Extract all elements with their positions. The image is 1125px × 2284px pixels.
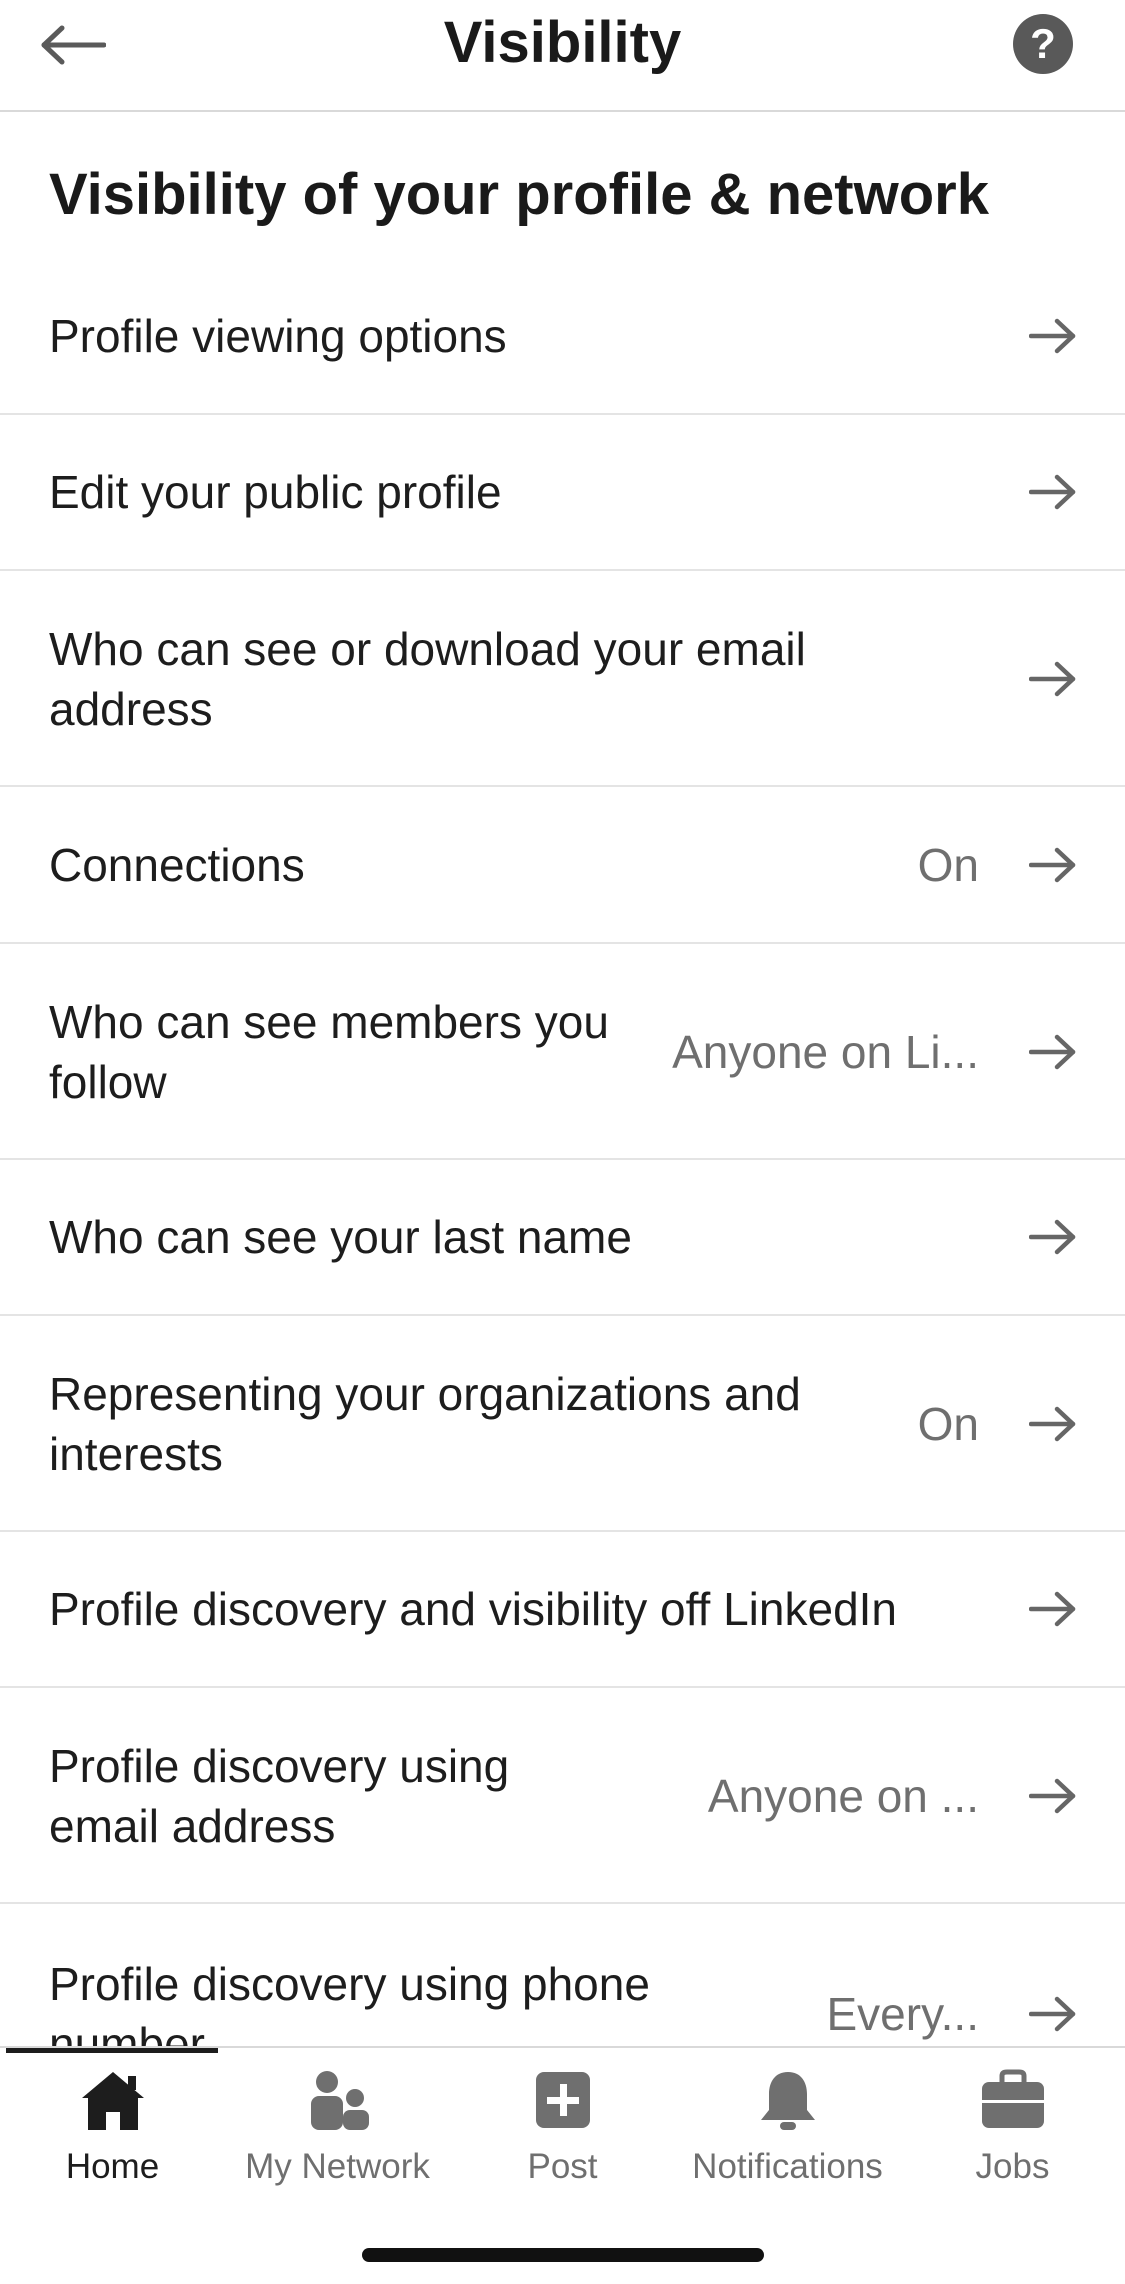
tab-jobs[interactable]: Jobs: [900, 2068, 1125, 2208]
tab-label: Post: [527, 2147, 598, 2186]
tab-label: Home: [65, 2147, 160, 2186]
tab-home[interactable]: Home: [0, 2068, 225, 2208]
section-title: Visibility of your profile & network: [49, 162, 989, 227]
settings-row-members-you-follow[interactable]: Who can see members you follow Anyone on…: [0, 944, 1125, 1160]
home-indicator: [362, 2248, 764, 2262]
tab-label: My Network: [245, 2147, 430, 2186]
settings-row-organizations-interests[interactable]: Representing your organizations and inte…: [0, 1316, 1125, 1532]
row-value: Anyone on Li...: [672, 1026, 979, 1078]
arrow-right-icon: [1029, 1034, 1076, 1070]
home-icon: [81, 2072, 144, 2130]
row-label: Connections: [49, 839, 305, 891]
page-title: Visibility: [443, 10, 682, 75]
tab-my-network[interactable]: My Network: [225, 2068, 450, 2208]
briefcase-icon: [981, 2069, 1044, 2128]
row-label: Profile discovery using email address: [49, 1740, 510, 1852]
row-label: Profile discovery and visibility off Lin…: [49, 1583, 898, 1635]
active-tab-indicator: [6, 2048, 218, 2053]
arrow-right-icon: [1029, 474, 1076, 510]
row-label: Representing your organizations and inte…: [49, 1368, 801, 1480]
tab-post[interactable]: Post: [450, 2068, 675, 2208]
row-value: Anyone on ...: [707, 1770, 979, 1822]
help-button[interactable]: ?: [1013, 14, 1073, 74]
arrow-right-icon: [1029, 1996, 1076, 2032]
arrow-right-icon: [1029, 1219, 1076, 1255]
arrow-right-icon: [1029, 1591, 1076, 1627]
row-label: Who can see or download your email addre…: [49, 623, 806, 735]
row-label: Profile viewing options: [49, 310, 507, 362]
arrow-right-icon: [1029, 1406, 1076, 1442]
arrow-right-icon: [1029, 318, 1076, 354]
row-value: Every...: [826, 1988, 979, 2040]
top-navigation-bar: Visibility ?: [0, 0, 1125, 112]
settings-row-profile-viewing-options[interactable]: Profile viewing options: [0, 258, 1125, 415]
people-icon: [310, 2071, 369, 2130]
row-value: On: [917, 1398, 979, 1450]
settings-row-edit-public-profile[interactable]: Edit your public profile: [0, 415, 1125, 571]
tab-label: Jobs: [975, 2147, 1050, 2186]
row-label: Who can see your last name: [49, 1211, 632, 1263]
settings-row-discovery-email[interactable]: Profile discovery using email address An…: [0, 1688, 1125, 1904]
arrow-right-icon: [1029, 661, 1076, 697]
arrow-right-icon: [1029, 847, 1076, 883]
settings-row-last-name[interactable]: Who can see your last name: [0, 1160, 1125, 1316]
visibility-settings-screen: Visibility ? Visibility of your profile …: [0, 0, 1125, 2284]
tab-label: Notifications: [692, 2147, 883, 2186]
bell-icon: [760, 2072, 815, 2130]
row-label: Edit your public profile: [49, 466, 502, 518]
arrow-right-icon: [1029, 1778, 1076, 1814]
row-label: Who can see members you follow: [49, 996, 609, 1108]
settings-row-email-visibility[interactable]: Who can see or download your email addre…: [0, 571, 1125, 787]
settings-row-connections[interactable]: Connections On: [0, 787, 1125, 944]
row-value: On: [917, 839, 979, 891]
question-circle-icon: ?: [1030, 20, 1056, 67]
plus-square-icon: [535, 2072, 590, 2128]
tab-notifications[interactable]: Notifications: [675, 2068, 900, 2208]
settings-row-discovery-off-linkedin[interactable]: Profile discovery and visibility off Lin…: [0, 1532, 1125, 1688]
settings-list: Profile viewing options Edit your public…: [0, 258, 1125, 2120]
